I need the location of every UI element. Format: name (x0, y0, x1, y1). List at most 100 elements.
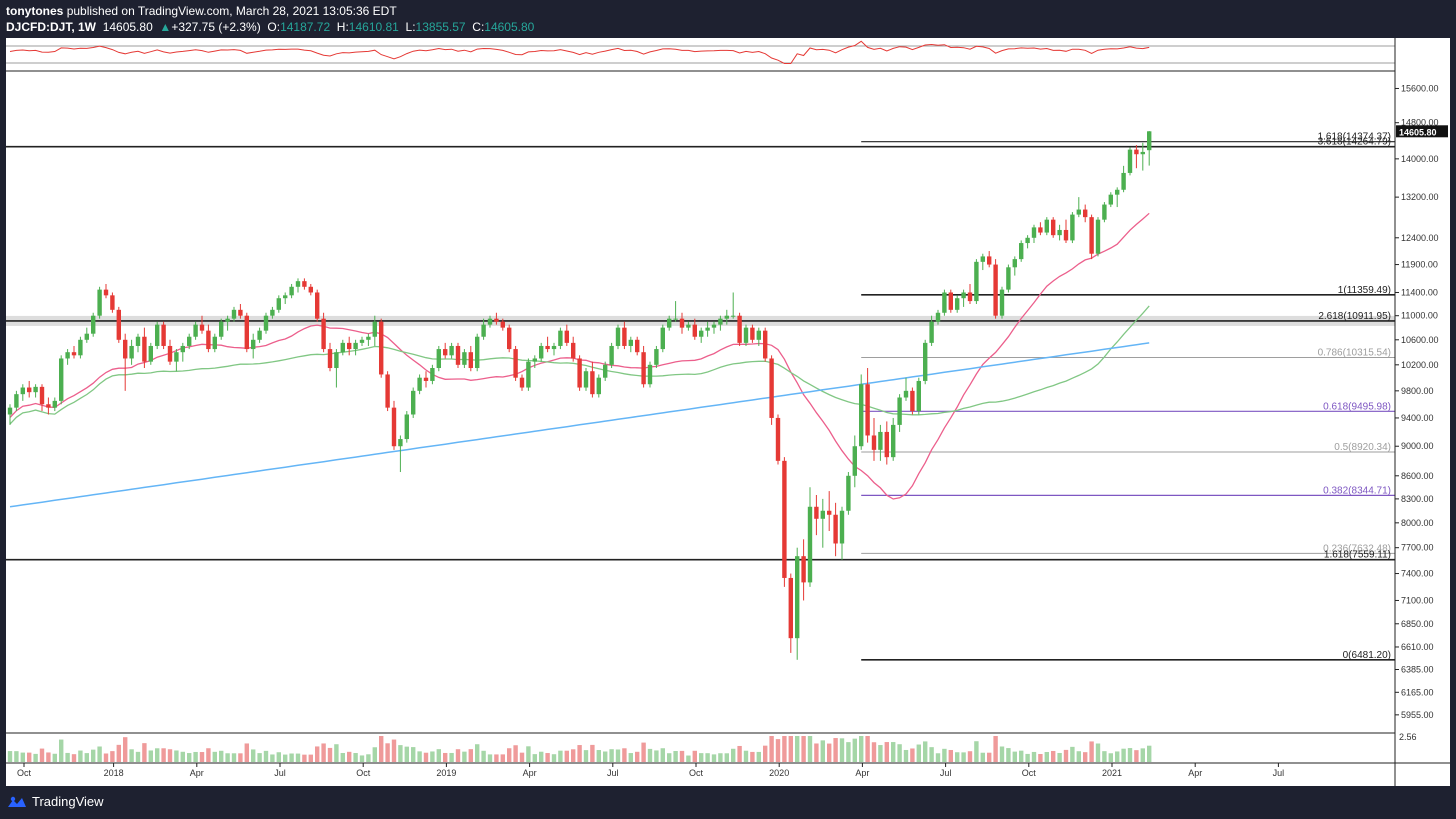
price-tick-label: 6850.00 (1401, 619, 1434, 629)
candle-body (135, 336, 141, 346)
time-tick-label: 2018 (104, 768, 124, 778)
time-tick-label: Apr (1188, 768, 1202, 778)
price-axis[interactable]: 15600.0014800.0014000.0013200.0012400.00… (1394, 38, 1448, 786)
volume-bar (743, 750, 749, 762)
candle-body (577, 358, 582, 388)
candle-body (750, 327, 755, 340)
volume-bar (455, 749, 461, 762)
volume-bar (206, 748, 211, 762)
author-name[interactable]: tonytones (6, 4, 63, 18)
candle-body (315, 292, 320, 319)
candle-body (71, 352, 77, 356)
candle-body (1115, 189, 1120, 195)
volume-bar (481, 750, 486, 762)
time-tick-label: Jul (274, 768, 286, 778)
volume-bar (475, 744, 480, 762)
price-tick-label: 10200.00 (1401, 360, 1439, 370)
volume-bar (507, 748, 512, 762)
volume-bar (641, 742, 646, 762)
candle-body (500, 321, 505, 328)
candle-body (743, 327, 749, 343)
candle-body (1044, 219, 1049, 233)
candle-body (206, 330, 211, 350)
volume-bar (583, 750, 589, 762)
candle-body (827, 510, 832, 515)
candle-body (391, 407, 397, 447)
candle-body (692, 324, 697, 337)
time-tick-label: Oct (17, 768, 32, 778)
volume-bar (1012, 751, 1017, 762)
volume-bar (763, 745, 768, 762)
volume-bar (1057, 752, 1062, 762)
volume-bar (276, 752, 281, 762)
volume-bar (615, 749, 621, 762)
level-label: 1(11359.49) (1338, 285, 1391, 296)
time-tick-label: 2021 (1102, 768, 1122, 778)
candle-body (1089, 217, 1094, 254)
candle-body (865, 384, 870, 436)
volume-bar (251, 749, 256, 762)
volume-bar (212, 751, 217, 762)
candle-body (519, 377, 525, 388)
candle-body (980, 256, 985, 262)
candle-body (27, 387, 32, 393)
volume-bar (340, 752, 345, 762)
candle-body (916, 380, 921, 412)
candle-body (1038, 227, 1043, 233)
price-change: +327.75 (+2.3%) (171, 20, 261, 34)
volume-bar (718, 753, 723, 762)
candle-body (558, 330, 563, 346)
time-tick-label: 2019 (436, 768, 456, 778)
volume-bar (334, 744, 339, 762)
price-tick-label: 6610.00 (1401, 642, 1434, 652)
candle-body (801, 556, 806, 583)
volume-bar (769, 736, 774, 762)
volume-bar (955, 752, 960, 762)
symbol-label[interactable]: DJCFD:DJT, 1W (6, 20, 96, 34)
tradingview-logo[interactable]: TradingView (6, 794, 104, 809)
volume-bar (545, 753, 550, 762)
time-tick-label: 2020 (769, 768, 789, 778)
candle-body (110, 295, 115, 310)
price-tick-label: 6165.00 (1401, 687, 1434, 697)
volume-bar (391, 739, 397, 762)
candle-body (263, 315, 269, 331)
time-axis[interactable]: Oct 2018 Apr Jul Oct 2019 Apr Jul Oct 2020 Apr Jul O… (6, 762, 1450, 778)
volume-bar (270, 754, 275, 762)
chart-area[interactable]: 3.618(14264.79) 1.618(14374.37) 1(11359.49… (6, 38, 1450, 786)
candle-body (46, 404, 51, 408)
volume-bar (1108, 753, 1113, 762)
volume-bar (596, 750, 601, 762)
high-value: 14610.81 (348, 20, 399, 34)
candle-body (443, 349, 448, 356)
price-tick-label: 7100.00 (1401, 595, 1434, 605)
time-tick-label: Oct (356, 768, 371, 778)
footer-bar: TradingView (0, 786, 1456, 819)
volume-bar (974, 741, 979, 762)
level-label: 0(6481.20) (1343, 650, 1391, 661)
close-label: C: (472, 20, 485, 34)
volume-bar (942, 748, 947, 762)
volume-bar (7, 751, 13, 762)
price-chart[interactable]: 3.618(14264.79)1.618(14374.37)1(11359.49… (6, 38, 1450, 786)
candle-body (545, 345, 550, 350)
volume-bar (27, 752, 32, 762)
candle-body (52, 400, 57, 408)
candle-body (295, 281, 301, 287)
candle-body (449, 345, 454, 356)
candle-body (417, 377, 422, 391)
close-value: 14605.80 (484, 20, 535, 34)
candle-body (238, 309, 243, 316)
level-label: 0.786(10315.54) (1318, 347, 1391, 358)
volume-bar (795, 736, 800, 762)
volume-bar (891, 742, 896, 762)
candle-body (679, 318, 685, 328)
volume-bar (980, 752, 985, 762)
volume-bar (71, 754, 77, 762)
volume-bar (289, 753, 294, 762)
volume-bar (494, 754, 499, 762)
candle-body (897, 397, 902, 425)
candle-body (686, 324, 691, 328)
volume-bar (231, 753, 237, 762)
volume-bar (1076, 751, 1081, 762)
